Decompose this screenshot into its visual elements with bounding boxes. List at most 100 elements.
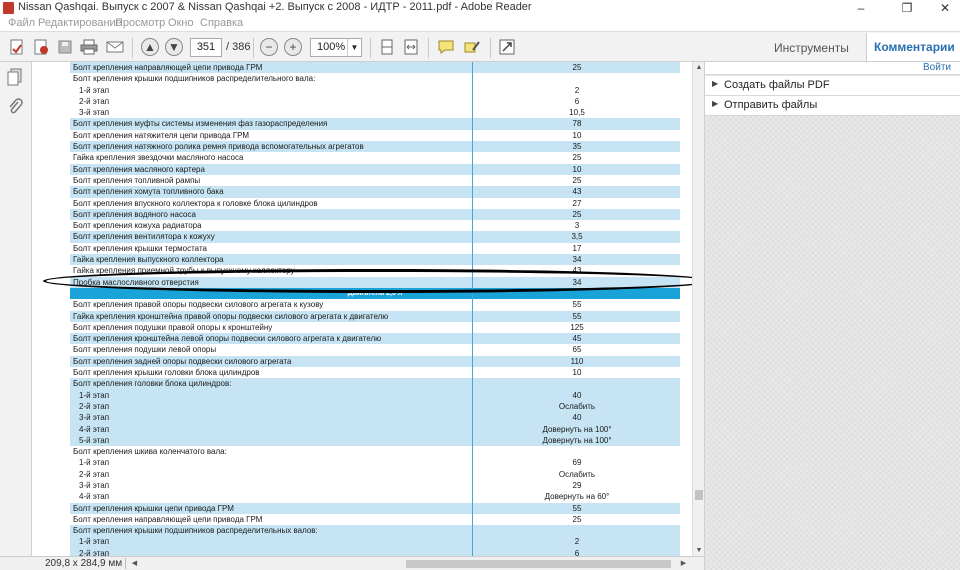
row-value: Довернуть на 100°: [542, 424, 612, 434]
row-value: 35: [572, 142, 582, 152]
previous-page-icon[interactable]: ▲: [141, 38, 159, 56]
table-row: Болт крепления головки блока цилиндров:: [70, 378, 680, 390]
fit-width-icon[interactable]: [401, 37, 421, 57]
row-label: Болт крепления водяного насоса: [73, 209, 196, 219]
table-row: Гайка крепления приемной трубы к выпускн…: [70, 265, 680, 276]
next-page-icon[interactable]: ▼: [165, 38, 183, 56]
adobe-reader-icon: [3, 2, 14, 14]
row-value: 110: [570, 356, 584, 366]
row-label: Болт крепления кронштейна левой опоры по…: [73, 334, 382, 344]
panel-create-pdf[interactable]: ▶ Создать файлы PDF: [705, 76, 960, 96]
row-value: Ослабить: [558, 401, 596, 411]
table-row: Болт крепления шкива коленчатого вала:: [70, 446, 680, 457]
table-row: 4-й этап Довернуть на 100°: [70, 423, 680, 435]
row-value: 55: [572, 300, 582, 310]
comments-button[interactable]: Комментарии: [866, 33, 960, 61]
toolbar: ▲ ▼ 351 / 386 − + 100% ▼ Инструменты Ком…: [0, 31, 960, 62]
row-label: Болт крепления направляющей цепи привода…: [73, 514, 263, 524]
full-screen-icon[interactable]: [497, 37, 517, 57]
print-icon[interactable]: [79, 37, 99, 57]
table-row: Болт крепления крышки термостата 17: [70, 243, 680, 254]
menu-view[interactable]: Просмотр: [115, 17, 165, 29]
close-button[interactable]: ✕: [930, 0, 960, 16]
page-thumbnails-icon[interactable]: [7, 68, 23, 86]
row-label: Болт крепления муфты системы изменения ф…: [73, 119, 328, 129]
section-header-label: Двигатель 2,0 л: [347, 289, 403, 297]
zoom-select[interactable]: 100% ▼: [310, 38, 362, 57]
row-value: 45: [572, 334, 582, 344]
row-label: 3-й этап: [79, 413, 110, 423]
row-label: Болт крепления подушки левой опоры: [73, 345, 217, 355]
fit-page-icon[interactable]: [377, 37, 397, 57]
row-label: Болт крепления натяжного ролика ремня пр…: [73, 142, 364, 152]
row-value: Ослабить: [558, 469, 596, 479]
create-pdf-icon[interactable]: [7, 37, 27, 57]
zoom-in-icon[interactable]: +: [284, 38, 302, 56]
horizontal-scrollbar[interactable]: ◀ ▶: [129, 558, 689, 569]
row-label: 1-й этап: [79, 458, 110, 468]
expand-triangle-icon: ▶: [712, 79, 719, 88]
row-value: Довернуть на 60°: [544, 492, 610, 502]
page-number-input[interactable]: 351: [190, 38, 222, 57]
row-value: 55: [572, 503, 582, 513]
vertical-scrollbar[interactable]: ▲ ▼: [692, 62, 704, 556]
row-label: 1-й этап: [79, 390, 110, 400]
table-row: 2-й этап 6: [70, 96, 680, 107]
h-scroll-thumb[interactable]: [406, 560, 671, 568]
window-title: Nissan Qashqai. Выпуск с 2007 & Nissan Q…: [18, 1, 532, 13]
title-bar: Nissan Qashqai. Выпуск с 2007 & Nissan Q…: [0, 0, 960, 16]
restore-button[interactable]: ❐: [892, 0, 922, 16]
row-value: 6: [574, 96, 580, 106]
toolbar-divider: [370, 38, 371, 58]
chevron-down-icon[interactable]: ▼: [347, 39, 361, 56]
menu-window[interactable]: Окно: [168, 17, 194, 29]
scroll-left-icon[interactable]: ◀: [129, 558, 140, 569]
signin-link[interactable]: Войти: [923, 62, 951, 73]
table-row: 3-й этап 40: [70, 412, 680, 424]
row-value: 10: [572, 164, 582, 174]
row-label: Гайка крепления звездочки масляного насо…: [73, 153, 244, 163]
torque-table: Болт крепления направляющей цепи привода…: [70, 62, 680, 556]
zoom-out-icon[interactable]: −: [260, 38, 278, 56]
row-label: Болт крепления масляного картера: [73, 164, 205, 174]
menu-edit[interactable]: Редактирование: [38, 17, 122, 29]
save-icon[interactable]: [55, 37, 75, 57]
right-tools-pane: Войти ▶ Создать файлы PDF ▶ Отправить фа…: [704, 62, 960, 570]
table-row: 1-й этап 69: [70, 457, 680, 468]
scroll-thumb[interactable]: [695, 490, 703, 500]
attachments-icon[interactable]: [7, 98, 23, 116]
row-label: 2-й этап: [79, 469, 110, 479]
email-icon[interactable]: [105, 37, 125, 57]
row-value: 10: [572, 130, 582, 140]
row-label: Болт крепления крышки головки блока цили…: [73, 368, 260, 378]
adobe-reader-window: Nissan Qashqai. Выпуск с 2007 & Nissan Q…: [0, 0, 960, 570]
expand-triangle-icon: ▶: [712, 99, 719, 108]
left-navigation-pane: [0, 62, 32, 556]
menu-file[interactable]: Файл: [8, 17, 35, 29]
row-value: 10: [572, 368, 582, 378]
table-row: 5-й этап Довернуть на 100°: [70, 434, 680, 447]
create-pdf-convert-icon[interactable]: [31, 37, 51, 57]
sticky-note-icon[interactable]: [436, 37, 456, 57]
row-label: 1-й этап: [79, 85, 110, 95]
row-value: 55: [572, 311, 582, 321]
row-value: 3,5: [571, 232, 583, 242]
panel-send-files[interactable]: ▶ Отправить файлы: [705, 96, 960, 116]
table-row: 1-й этап 2: [70, 536, 680, 548]
minimize-button[interactable]: –: [846, 0, 876, 16]
toolbar-divider: [253, 38, 254, 58]
tools-button[interactable]: Инструменты: [774, 41, 849, 55]
menu-help[interactable]: Справка: [200, 17, 243, 29]
document-view[interactable]: Болт крепления направляющей цепи привода…: [33, 62, 692, 556]
row-label: 2-й этап: [79, 548, 110, 556]
row-value: 40: [572, 413, 582, 423]
highlight-text-icon[interactable]: [462, 37, 482, 57]
row-value: 34: [572, 255, 582, 265]
panel-label: Отправить файлы: [724, 99, 818, 111]
row-label: Болт крепления головки блока цилиндров:: [73, 379, 232, 389]
row-value: 25: [572, 153, 582, 163]
row-value: Довернуть на 100°: [542, 435, 612, 445]
menu-bar: Файл Редактирование Просмотр Окно Справк…: [0, 16, 960, 31]
row-label: Болт крепления крышки подшипников распре…: [73, 526, 318, 536]
scroll-right-icon[interactable]: ▶: [678, 558, 689, 569]
